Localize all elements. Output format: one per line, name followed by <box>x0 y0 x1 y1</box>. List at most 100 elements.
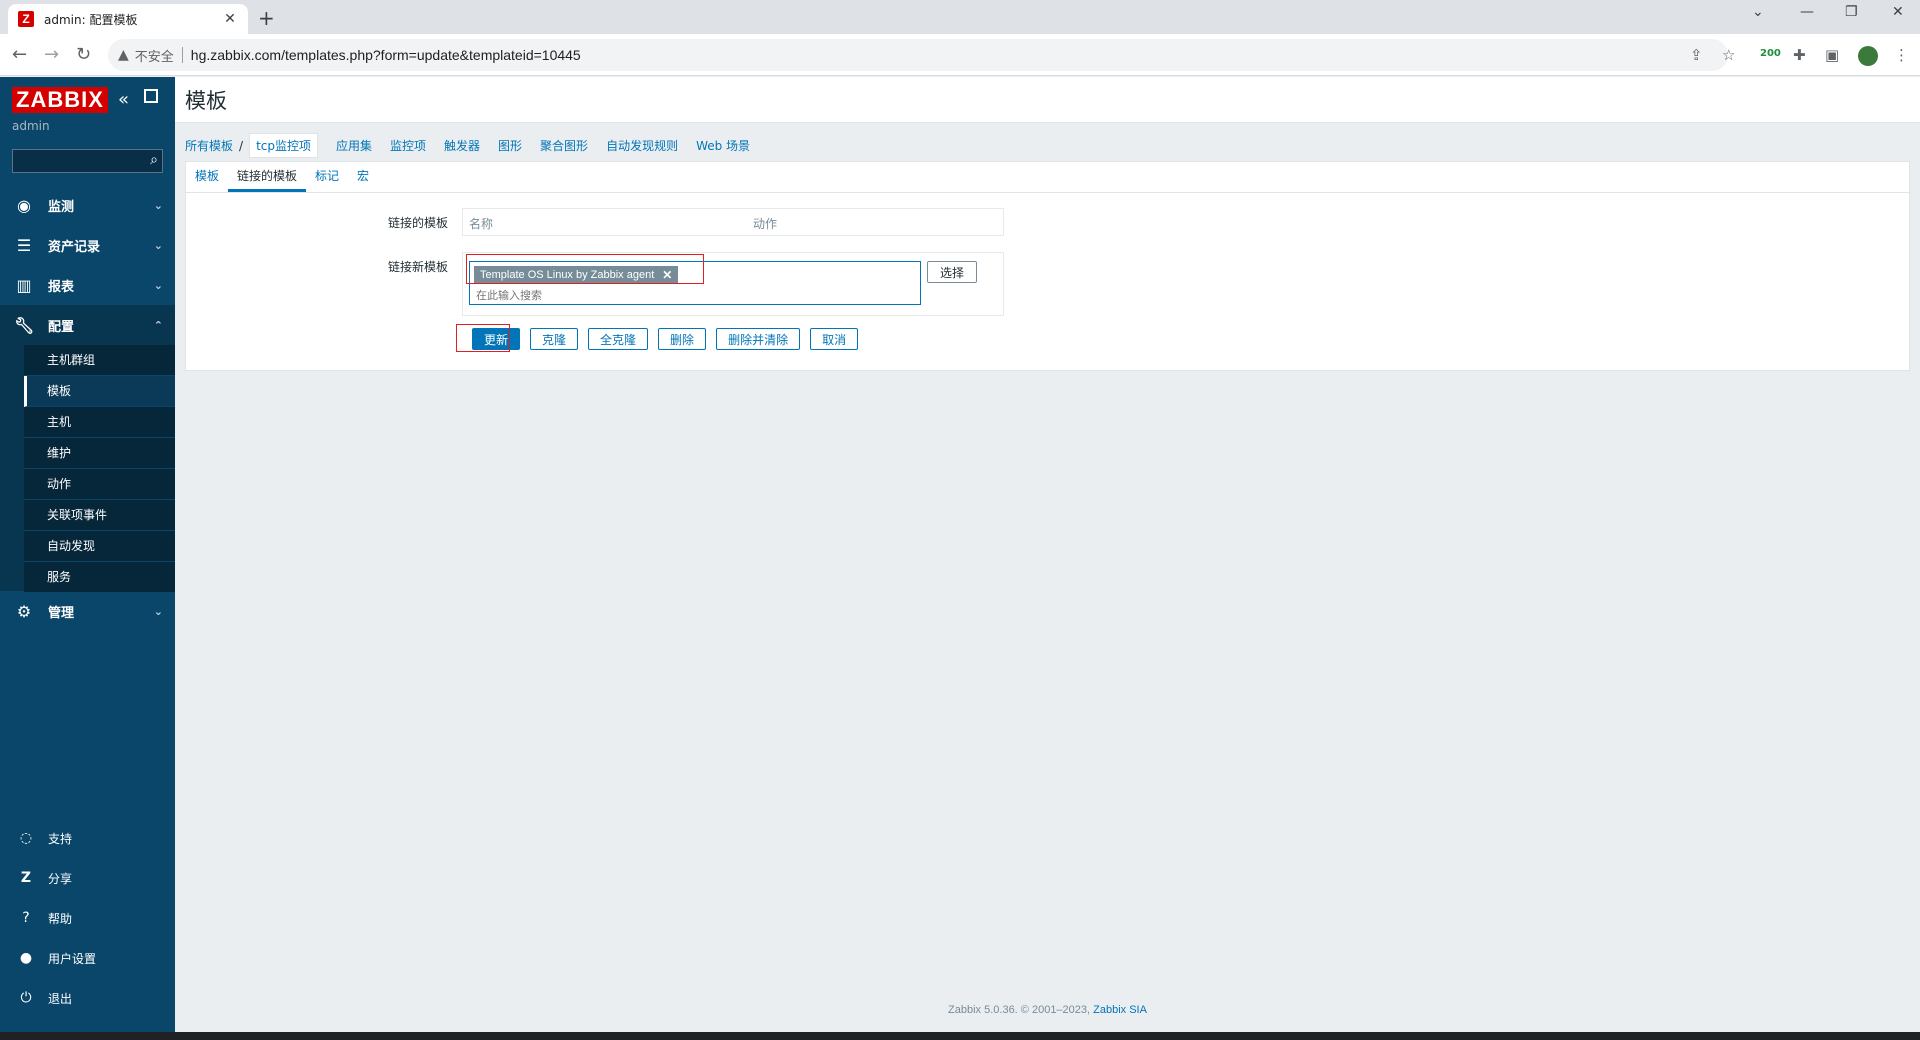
warning-triangle-icon: ▲ <box>118 47 129 63</box>
extensions-puzzle-icon[interactable]: ✚ <box>1793 46 1806 64</box>
eye-icon: ◉ <box>17 195 31 215</box>
clone-button[interactable]: 克隆 <box>530 328 579 350</box>
tab-search-chevron-icon[interactable]: ⌄ <box>1752 4 1764 20</box>
menu-share[interactable]: Z 分享 <box>0 859 175 897</box>
url-text[interactable]: hg.zabbix.com/templates.php?form=update&… <box>191 47 581 63</box>
menu-configuration[interactable]: 🔧︎ 配置 ⌃ <box>0 305 175 345</box>
side-panel-icon[interactable]: ▣ <box>1825 46 1839 64</box>
submenu-discovery[interactable]: 自动发现 <box>24 531 175 562</box>
window-close-icon[interactable]: ✕ <box>1892 4 1904 20</box>
submenu-host-groups[interactable]: 主机群组 <box>24 345 175 376</box>
kiosk-mode-icon[interactable] <box>144 89 158 103</box>
linked-templates-table: 名称 动作 <box>462 208 1004 236</box>
tab-close-icon[interactable]: ✕ <box>222 11 238 27</box>
linked-templates-label: 链接的模板 <box>387 216 448 230</box>
footer-link[interactable]: Zabbix SIA <box>1093 1004 1147 1016</box>
back-arrow-icon[interactable]: ← <box>12 44 27 65</box>
tab-macros[interactable]: 宏 <box>348 162 378 192</box>
minimize-icon[interactable]: — <box>1800 4 1814 20</box>
menu-user-settings[interactable]: ● 用户设置 <box>0 939 175 977</box>
browser-tab-bar: Z admin: 配置模板 ✕ + ⌄ — ❐ ✕ <box>0 0 1920 34</box>
page-title: 模板 <box>185 89 227 113</box>
breadcrumb-separator: / <box>239 138 244 153</box>
breadcrumb-items[interactable]: 监控项 <box>390 137 426 154</box>
breadcrumb-applications[interactable]: 应用集 <box>336 137 372 154</box>
tab-title: admin: 配置模板 <box>44 12 138 27</box>
menu-administration[interactable]: ⚙ 管理 ⌄ <box>0 591 175 631</box>
cancel-button[interactable]: 取消 <box>810 328 859 350</box>
chevron-down-icon: ⌄ <box>153 278 163 292</box>
menu-label: 支持 <box>48 831 73 846</box>
omnibox-separator <box>181 47 183 63</box>
question-icon: ? <box>22 910 30 926</box>
breadcrumb-web-scenarios[interactable]: Web 场景 <box>696 137 750 154</box>
menu-monitoring[interactable]: ◉ 监测 ⌄ <box>0 185 175 225</box>
collapse-sidebar-icon[interactable]: « <box>118 89 129 110</box>
profile-avatar[interactable] <box>1858 46 1878 66</box>
breadcrumb-discovery-rules[interactable]: 自动发现规则 <box>606 137 678 154</box>
chevron-down-icon: ⌄ <box>153 238 163 252</box>
menu-label: 退出 <box>48 991 73 1006</box>
tab-tags[interactable]: 标记 <box>306 162 348 192</box>
insecure-label: 不安全 <box>134 49 174 65</box>
submenu-services[interactable]: 服务 <box>24 562 175 593</box>
address-bar[interactable]: ▲ 不安全 hg.zabbix.com/templates.php?form=u… <box>108 39 1728 71</box>
zabbix-favicon-icon: Z <box>18 11 34 27</box>
link-new-templates-label: 链接新模板 <box>387 260 448 274</box>
submenu-event-correlation[interactable]: 关联项事件 <box>24 500 175 531</box>
breadcrumb-all-templates[interactable]: 所有模板 <box>185 137 233 154</box>
submenu-maintenance[interactable]: 维护 <box>24 438 175 469</box>
menu-label: 帮助 <box>48 911 73 926</box>
breadcrumb-current-template[interactable]: tcp监控项 <box>249 133 318 158</box>
submenu-actions[interactable]: 动作 <box>24 469 175 500</box>
chip-remove-icon[interactable]: ✕ <box>662 268 672 282</box>
tab-template[interactable]: 模板 <box>186 162 228 192</box>
breadcrumb-triggers[interactable]: 触发器 <box>444 137 480 154</box>
delete-button[interactable]: 删除 <box>658 328 707 350</box>
main-content: 模板 所有模板 / tcp监控项 应用集 监控项 触发器 图形 聚合图形 自动发… <box>175 77 1920 1032</box>
browser-menu-icon[interactable]: ⋮ <box>1894 46 1909 64</box>
menu-label: 监测 <box>48 199 75 215</box>
form-tabs: 模板 链接的模板 标记 宏 <box>186 162 1911 193</box>
gear-icon: ⚙ <box>16 601 32 621</box>
menu-reports[interactable]: ▥ 报表 ⌄ <box>0 265 175 305</box>
submenu-indent-bar <box>0 345 24 591</box>
bookmark-star-icon[interactable]: ☆ <box>1722 46 1735 64</box>
share-icon[interactable]: ⇪ <box>1690 46 1703 64</box>
forward-arrow-icon[interactable]: → <box>44 44 59 65</box>
template-multiselect[interactable]: Template OS Linux by Zabbix agent ✕ <box>469 261 921 305</box>
menu-label: 报表 <box>48 279 75 295</box>
select-button[interactable]: 选择 <box>927 261 978 283</box>
submenu-templates[interactable]: 模板 <box>24 376 175 407</box>
extension-badge[interactable]: 200 <box>1760 48 1781 59</box>
page-header: 模板 <box>175 77 1920 123</box>
tab-linked-templates[interactable]: 链接的模板 <box>228 162 307 192</box>
breadcrumb-screens[interactable]: 聚合图形 <box>540 137 588 154</box>
update-button[interactable]: 更新 <box>472 328 521 350</box>
menu-help[interactable]: ? 帮助 <box>0 899 175 937</box>
breadcrumb-graphs[interactable]: 图形 <box>498 137 522 154</box>
sidebar-search-input[interactable]: ⌕ <box>12 149 163 173</box>
bar-chart-icon: ▥ <box>16 275 32 295</box>
page-footer: Zabbix 5.0.36. © 2001–2023, Zabbix SIA <box>175 1004 1920 1016</box>
restore-icon[interactable]: ❐ <box>1845 4 1858 20</box>
column-action-header: 动作 <box>753 217 778 231</box>
submenu-hosts[interactable]: 主机 <box>24 407 175 438</box>
breadcrumb: 所有模板 / tcp监控项 应用集 监控项 触发器 图形 聚合图形 自动发现规则… <box>185 133 768 158</box>
menu-label: 配置 <box>48 319 75 335</box>
menu-inventory[interactable]: ☰ 资产记录 ⌄ <box>0 225 175 265</box>
sidebar-username: admin <box>12 119 50 133</box>
menu-sign-out[interactable]: ⏻ 退出 <box>0 979 175 1017</box>
zabbix-logo[interactable]: ZABBIX <box>12 87 108 113</box>
chevron-down-icon: ⌄ <box>153 604 163 618</box>
full-clone-button[interactable]: 全克隆 <box>588 328 649 350</box>
new-tab-plus-icon[interactable]: + <box>258 6 275 30</box>
browser-tab[interactable]: Z admin: 配置模板 ✕ <box>8 4 248 34</box>
footer-text: Zabbix 5.0.36. © 2001–2023, <box>948 1004 1091 1016</box>
chip-label: Template OS Linux by Zabbix agent <box>480 269 655 281</box>
reload-icon[interactable]: ↻ <box>76 44 91 65</box>
search-icon[interactable]: ⌕ <box>150 152 158 168</box>
menu-support[interactable]: ◌ 支持 <box>0 819 175 857</box>
template-search-input[interactable] <box>476 288 776 302</box>
delete-and-clear-button[interactable]: 删除并清除 <box>716 328 801 350</box>
